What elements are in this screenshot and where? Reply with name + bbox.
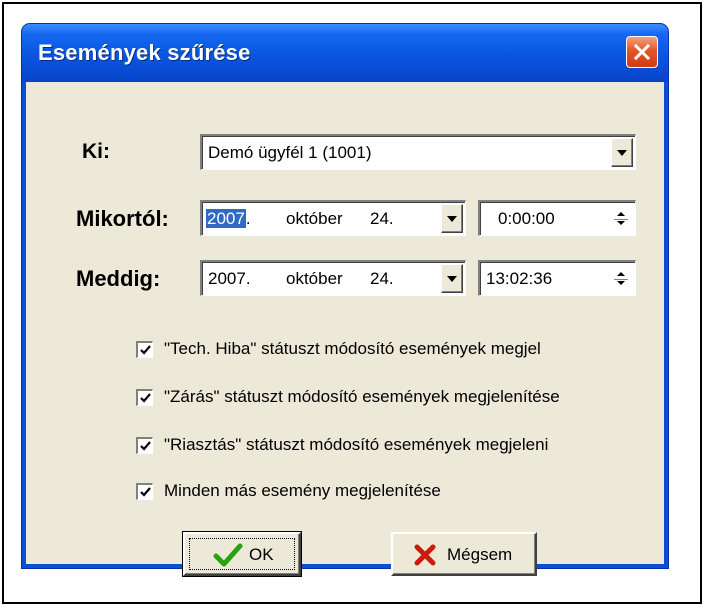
from-label: Mikortól: [76, 206, 169, 231]
checkbox-label: "Zárás" státuszt módosító események megj… [164, 387, 560, 406]
ok-button-label: OK [249, 545, 274, 564]
spin-up-icon[interactable] [611, 266, 631, 279]
to-year: 2007. [208, 268, 251, 288]
client-combobox[interactable]: Demó ügyfél 1 (1001) [200, 134, 636, 170]
from-time-value: 0:00:00 [498, 208, 555, 228]
from-year-selected: 2007 [206, 208, 246, 228]
checkbox-label: "Tech. Hiba" státuszt módosító események… [164, 339, 541, 358]
to-day: 24. [370, 268, 394, 288]
checkbox-box[interactable] [136, 389, 153, 406]
checkmark-icon [140, 487, 151, 497]
title-bar: Események szűrése [22, 24, 668, 82]
checkbox-box[interactable] [136, 341, 153, 358]
to-label: Meddig: [76, 266, 161, 291]
ok-button[interactable]: OK [182, 531, 302, 577]
to-time-value: 13:02:36 [486, 268, 553, 288]
from-time-spinner[interactable] [611, 206, 631, 231]
checkbox-box[interactable] [136, 483, 153, 500]
spin-up-icon[interactable] [611, 206, 631, 219]
close-icon [633, 43, 651, 61]
chevron-down-icon [447, 275, 457, 282]
cancel-button[interactable]: Mégsem [391, 532, 537, 576]
from-date-picker[interactable]: 2007. október 24. [200, 200, 466, 236]
chevron-down-icon [447, 215, 457, 222]
to-date-dropdown-button[interactable] [441, 264, 463, 293]
checkbox-box[interactable] [136, 437, 153, 454]
dialog-title: Események szűrése [38, 40, 251, 65]
from-month: október [286, 208, 343, 228]
checkmark-icon [140, 441, 151, 451]
filter-events-dialog: Események szűrése Ki: Demó ügyfél 1 (100… [22, 24, 668, 577]
from-date-text: 2007. [206, 208, 251, 229]
spin-down-icon[interactable] [611, 219, 631, 232]
from-day: 24. [370, 208, 394, 228]
to-time-spinner[interactable] [611, 266, 631, 291]
dialog-body: Ki: Demó ügyfél 1 (1001) Mikortól: 2007.… [26, 82, 664, 577]
close-button[interactable] [626, 36, 658, 68]
from-year-suffix: . [245, 208, 251, 228]
chevron-down-icon [617, 149, 627, 156]
checkmark-icon [213, 543, 243, 567]
to-date-picker[interactable]: 2007. október 24. [200, 260, 466, 296]
to-time-field[interactable]: 13:02:36 [478, 260, 636, 296]
checkbox-label: "Riasztás" státuszt módosító események m… [164, 435, 549, 454]
from-time-field[interactable]: 0:00:00 [478, 200, 636, 236]
checkmark-icon [140, 345, 151, 355]
spin-down-icon[interactable] [611, 279, 631, 292]
red-x-icon [414, 544, 436, 566]
client-combobox-value: Demó ügyfél 1 (1001) [208, 142, 372, 162]
client-dropdown-button[interactable] [611, 138, 633, 167]
ki-label: Ki: [82, 140, 110, 163]
to-month: október [286, 268, 343, 288]
from-date-dropdown-button[interactable] [441, 204, 463, 233]
cancel-button-label: Mégsem [447, 545, 513, 564]
checkmark-icon [140, 393, 151, 403]
checkbox-label: Minden más esemény megjelenítése [164, 481, 441, 500]
